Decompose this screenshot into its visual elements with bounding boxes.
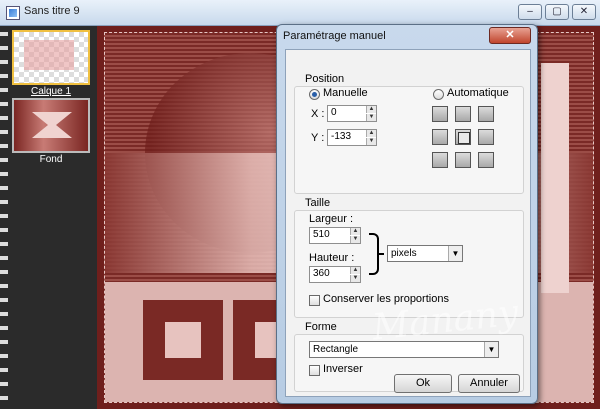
minimize-button[interactable]: – <box>518 4 542 20</box>
shape-group-label: Forme <box>305 321 337 333</box>
anchor-top-left[interactable] <box>432 106 448 122</box>
anchor-bottom-center[interactable] <box>455 152 471 168</box>
maximize-button[interactable]: ▢ <box>545 4 569 20</box>
unit-select[interactable]: pixels ▼ <box>387 245 463 262</box>
anchor-top-right[interactable] <box>478 106 494 122</box>
unit-select-value: pixels <box>391 248 417 259</box>
layers-panel: Calque 1 Fond <box>0 26 97 409</box>
canvas-side-panel <box>541 63 569 293</box>
height-input-value: 360 <box>313 268 330 279</box>
keep-proportions-checkbox[interactable] <box>309 295 320 306</box>
anchor-middle-left[interactable] <box>432 129 448 145</box>
dialog-title: Paramétrage manuel <box>283 30 386 42</box>
window-title-bar: Sans titre 9 – ▢ ✕ <box>0 0 600 26</box>
height-input[interactable]: 360 ▲ ▼ <box>309 266 361 283</box>
chevron-down-icon: ▼ <box>448 246 462 261</box>
anchor-middle-right[interactable] <box>478 129 494 145</box>
y-input[interactable]: -133 ▲ ▼ <box>327 129 377 146</box>
filmstrip-decoration <box>0 26 8 409</box>
manual-radio[interactable] <box>309 89 320 100</box>
keep-proportions-label: Conserver les proportions <box>323 293 449 305</box>
layer-thumbnail-fond[interactable] <box>12 98 90 153</box>
invert-label: Inverser <box>323 363 363 375</box>
position-group: Position Manuelle Automatique X : 0 ▲ ▼ … <box>294 73 524 194</box>
close-window-button[interactable]: ✕ <box>572 4 596 20</box>
shape-select-value: Rectangle <box>313 344 359 355</box>
spin-up-icon[interactable]: ▲ <box>366 130 376 137</box>
x-input[interactable]: 0 ▲ ▼ <box>327 105 377 122</box>
manual-radio-label: Manuelle <box>323 87 368 99</box>
anchor-bottom-left[interactable] <box>432 152 448 168</box>
spin-down-icon[interactable]: ▼ <box>350 236 360 243</box>
anchor-center[interactable] <box>455 129 471 145</box>
window-title: Sans titre 9 <box>24 5 80 17</box>
x-input-value: 0 <box>331 107 337 118</box>
cancel-button[interactable]: Annuler <box>458 374 520 393</box>
link-brace-icon <box>369 233 384 275</box>
y-input-value: -133 <box>331 131 352 142</box>
chevron-down-icon: ▼ <box>484 342 498 357</box>
manual-settings-dialog: Paramétrage manuel ✕ Position Manuelle A… <box>276 24 538 404</box>
spin-down-icon[interactable]: ▼ <box>366 114 376 121</box>
width-input[interactable]: 510 ▲ ▼ <box>309 227 361 244</box>
spin-up-icon[interactable]: ▲ <box>350 267 360 274</box>
spin-up-icon[interactable]: ▲ <box>350 228 360 235</box>
automatic-radio-label: Automatique <box>447 87 509 99</box>
height-label: Hauteur : <box>309 252 355 264</box>
size-group: Taille Largeur : 510 ▲ ▼ Hauteur : 360 ▲… <box>294 197 524 318</box>
canvas-square-frame <box>143 300 223 380</box>
ok-button[interactable]: Ok <box>394 374 452 393</box>
layer-label-calque-1[interactable]: Calque 1 <box>12 86 90 97</box>
dialog-body: Position Manuelle Automatique X : 0 ▲ ▼ … <box>285 49 531 397</box>
width-label: Largeur : <box>309 213 354 225</box>
spin-down-icon[interactable]: ▼ <box>366 138 376 145</box>
shape-select[interactable]: Rectangle ▼ <box>309 341 499 358</box>
spin-up-icon[interactable]: ▲ <box>366 106 376 113</box>
x-label: X : <box>311 108 325 120</box>
size-group-label: Taille <box>305 197 331 209</box>
width-input-value: 510 <box>313 229 330 240</box>
invert-checkbox[interactable] <box>309 365 320 376</box>
anchor-bottom-right[interactable] <box>478 152 494 168</box>
automatic-radio[interactable] <box>433 89 444 100</box>
dialog-close-button[interactable]: ✕ <box>489 27 531 44</box>
y-label: Y : <box>311 132 325 144</box>
position-group-label: Position <box>305 73 345 85</box>
anchor-top-center[interactable] <box>455 106 471 122</box>
document-icon <box>6 6 20 20</box>
layer-thumbnail-calque-1[interactable] <box>12 30 90 85</box>
layer-label-fond[interactable]: Fond <box>12 154 90 165</box>
spin-down-icon[interactable]: ▼ <box>350 275 360 282</box>
